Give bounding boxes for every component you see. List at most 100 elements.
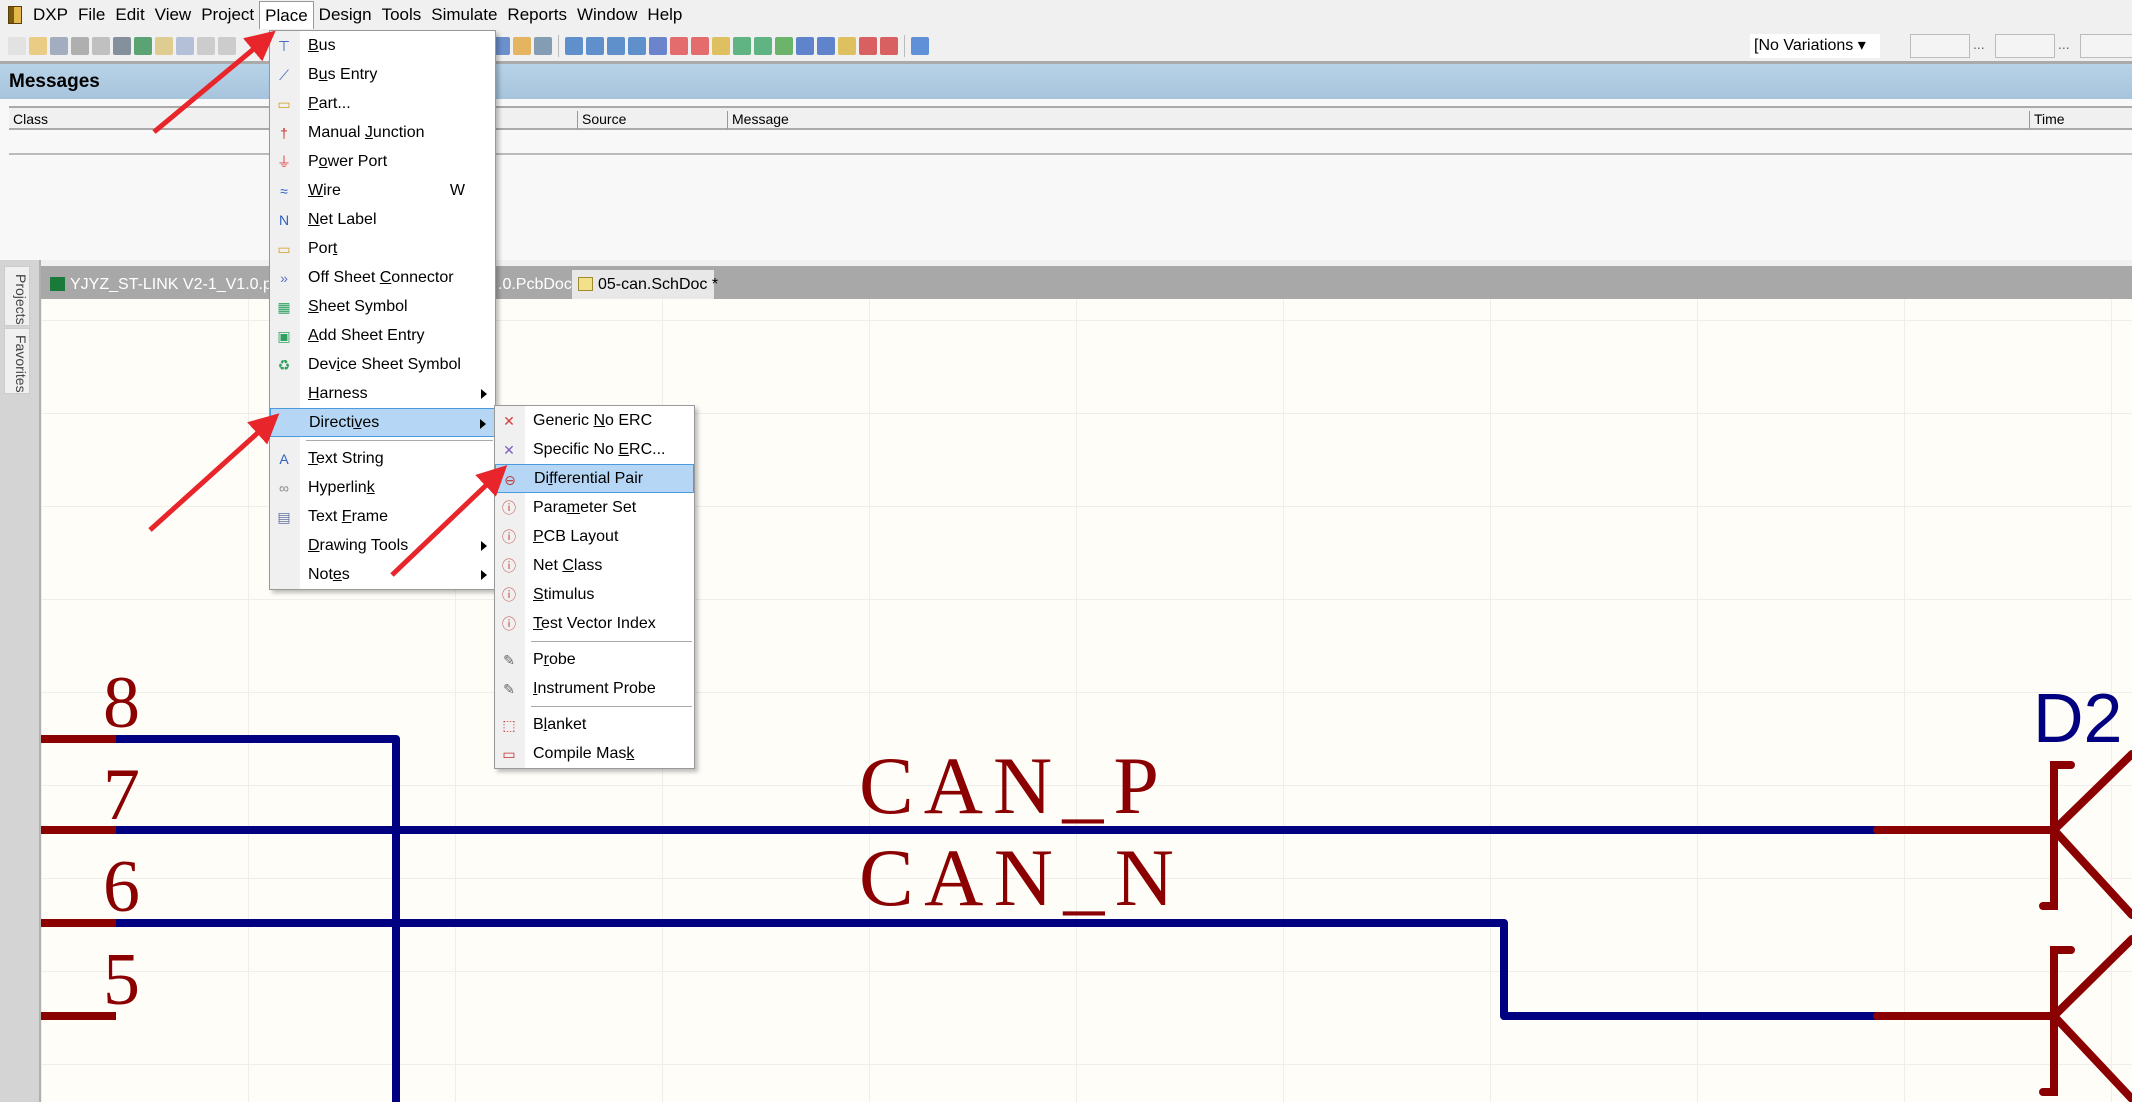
toolbar-tool-22-icon[interactable] (691, 37, 709, 55)
menu-item-specific-no-erc[interactable]: ✕Specific No ERC...Specific No E (495, 435, 694, 464)
toolbar-combo-1[interactable] (1910, 34, 1970, 58)
menu-window[interactable]: Window (572, 1, 642, 29)
compile-mask-icon: ▭ (502, 746, 516, 762)
menu-item-net-class[interactable]: ⓘNet ClassNet C (495, 551, 694, 580)
menu-item-probe[interactable]: ✎ProbePr (495, 645, 694, 674)
designator-d2[interactable]: D2 (2033, 679, 2122, 757)
pin-number-5: 5 (103, 939, 140, 1021)
diode-body-1 (2048, 750, 2132, 919)
tab-projects[interactable]: Projects (4, 266, 30, 326)
menu-item-notes[interactable]: NotesNote (270, 560, 495, 589)
menu-item-instrument-probe[interactable]: ✎Instrument ProbeI (495, 674, 694, 703)
wire-icon: ≈ (280, 183, 288, 199)
tab-favorites[interactable]: Favorites (4, 328, 30, 394)
menu-item-part[interactable]: ▭Part...P (270, 89, 495, 118)
menu-file[interactable]: File (73, 1, 110, 29)
toolbar-combo-2[interactable] (1995, 34, 2055, 58)
toolbar-tool-7-icon[interactable] (155, 37, 173, 55)
menu-item-label: Drawing Tools (308, 537, 409, 554)
toolbar-tool-26-icon[interactable] (775, 37, 793, 55)
menu-design[interactable]: Design (314, 1, 377, 29)
toolbar-tool-28-icon[interactable] (817, 37, 835, 55)
menu-item-off-sheet-connector[interactable]: »Off Sheet ConnectorOff Sheet C (270, 263, 495, 292)
toolbar-tool-8-icon[interactable] (176, 37, 194, 55)
menu-item-port[interactable]: ▭PortPort (270, 234, 495, 263)
tab-can-schdoc[interactable]: 05-can.SchDoc * (572, 270, 718, 299)
net-label-can-n[interactable]: CAN_N (859, 832, 1174, 923)
menu-tools[interactable]: Tools (377, 1, 427, 29)
part-icon: ▭ (277, 96, 291, 112)
column-class[interactable]: Class (9, 111, 48, 129)
menu-item-label: Harness (308, 385, 368, 402)
wire-can-n[interactable] (116, 919, 1877, 1020)
toolbar-tool-24-icon[interactable] (733, 37, 751, 55)
toolbar-tool-5-icon[interactable] (113, 37, 131, 55)
toolbar-tool-31-icon[interactable] (880, 37, 898, 55)
toolbar-tool-1-icon[interactable] (29, 37, 47, 55)
sheet-entry-icon: ▣ (277, 328, 291, 344)
toolbar-tool-25-icon[interactable] (754, 37, 772, 55)
toolbar-tool-33-icon[interactable] (911, 37, 929, 55)
menu-item-label: PCB Layout (533, 528, 619, 545)
menu-help[interactable]: Help (642, 1, 687, 29)
toolbar-tool-2-icon[interactable] (50, 37, 68, 55)
toolbar-tool-17-icon[interactable] (586, 37, 604, 55)
menu-item-generic-no-erc[interactable]: ✕Generic No ERCGeneric N (495, 406, 694, 435)
net-label-can-p[interactable]: CAN_P (859, 740, 1159, 831)
menu-item-manual-junction[interactable]: †Manual JunctionManual J (270, 118, 495, 147)
menu-view[interactable]: View (150, 1, 197, 29)
menu-item-hyperlink[interactable]: ∞HyperlinkHyperlink (270, 473, 495, 502)
menu-project[interactable]: Project (196, 1, 259, 29)
menu-reports[interactable]: Reports (502, 1, 572, 29)
toolbar-tool-18-icon[interactable] (607, 37, 625, 55)
menu-dxp[interactable]: DXP (28, 1, 73, 29)
toolbar-tool-4-icon[interactable] (92, 37, 110, 55)
menu-item-bus[interactable]: ⊤BusB (270, 31, 495, 60)
menu-item-blanket[interactable]: ⬚BlanketBl (495, 710, 694, 739)
toolbar-tool-9-icon[interactable] (197, 37, 215, 55)
menu-item-net-label[interactable]: NNet LabelN (270, 205, 495, 234)
menu-item-add-sheet-entry[interactable]: ▣Add Sheet EntryA (270, 321, 495, 350)
menu-item-text-frame[interactable]: ▤Text FrameText F (270, 502, 495, 531)
menu-simulate[interactable]: Simulate (426, 1, 502, 29)
variations-dropdown[interactable]: [No Variations ▾ (1750, 34, 1880, 58)
menu-item-harness[interactable]: HarnessH (270, 379, 495, 408)
menu-item-stimulus[interactable]: ⓘStimulusS (495, 580, 694, 609)
menu-item-sheet-symbol[interactable]: ▦Sheet SymbolS (270, 292, 495, 321)
toolbar-combo-3[interactable] (2080, 34, 2132, 58)
toolbar-tool-19-icon[interactable] (628, 37, 646, 55)
toolbar-tool-20-icon[interactable] (649, 37, 667, 55)
menu-edit[interactable]: Edit (110, 1, 149, 29)
toolbar-separator (904, 35, 905, 57)
menu-item-differential-pair[interactable]: ⊖Differential PairDif (495, 464, 694, 493)
menu-item-directives[interactable]: DirectivesDirectiv (270, 408, 495, 437)
toolbar-tool-16-icon[interactable] (565, 37, 583, 55)
menu-item-device-sheet-symbol[interactable]: ♻Device Sheet SymbolDevi (270, 350, 495, 379)
menu-item-bus-entry[interactable]: ⟋Bus EntryBu (270, 60, 495, 89)
toolbar-tool-21-icon[interactable] (670, 37, 688, 55)
toolbar-tool-6-icon[interactable] (134, 37, 152, 55)
toolbar-tool-13-icon[interactable] (513, 37, 531, 55)
toolbar-tool-30-icon[interactable] (859, 37, 877, 55)
toolbar-tool-23-icon[interactable] (712, 37, 730, 55)
toolbar-tool-10-icon[interactable] (218, 37, 236, 55)
menu-item-power-port[interactable]: ⏚Power PortPo (270, 147, 495, 176)
column-time[interactable]: Time (2029, 111, 2065, 129)
column-source[interactable]: Source (577, 111, 626, 129)
tab-pcb-project[interactable]: YJYZ_ST-LINK V2-1_V1.0.pcb (44, 270, 289, 299)
menu-item-text-string[interactable]: AText StringT (270, 444, 495, 473)
toolbar-tool-0-icon[interactable] (8, 37, 26, 55)
column-message[interactable]: Message (727, 111, 789, 129)
menu-item-compile-mask[interactable]: ▭Compile MaskCompile Mask (495, 739, 694, 768)
menu-item-test-vector-index[interactable]: ⓘTest Vector IndexT (495, 609, 694, 638)
menu-item-drawing-tools[interactable]: Drawing ToolsD (270, 531, 495, 560)
toolbar-tool-27-icon[interactable] (796, 37, 814, 55)
bus-icon: ⊤ (277, 38, 291, 54)
toolbar-tool-14-icon[interactable] (534, 37, 552, 55)
menu-item-pcb-layout[interactable]: ⓘPCB LayoutP (495, 522, 694, 551)
menu-place[interactable]: Place (259, 1, 314, 29)
menu-item-parameter-set[interactable]: ⓘParameter SetParam (495, 493, 694, 522)
toolbar-tool-3-icon[interactable] (71, 37, 89, 55)
menu-item-wire[interactable]: ≈WireWW (270, 176, 495, 205)
toolbar-tool-29-icon[interactable] (838, 37, 856, 55)
